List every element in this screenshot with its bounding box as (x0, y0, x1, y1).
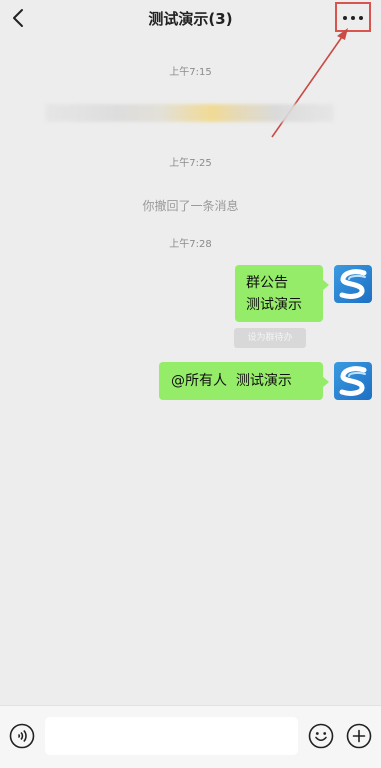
logo-s-icon (339, 366, 367, 396)
message-text: 群公告 (246, 275, 288, 291)
emoji-button[interactable] (308, 723, 334, 749)
message-text: @所有人 测试演示 (171, 373, 292, 389)
more-functions-button[interactable] (346, 723, 372, 749)
message-bubble[interactable]: @所有人 测试演示 (159, 362, 329, 400)
message-bubble[interactable]: 群公告 测试演示 (235, 265, 329, 322)
message-text: 测试演示 (246, 297, 302, 313)
avatar[interactable] (334, 362, 372, 400)
timestamp: 上午7:28 (169, 239, 212, 250)
recall-notice: 你撤回了一条消息 (142, 199, 239, 213)
timestamp: 上午7:15 (169, 67, 212, 78)
voice-button[interactable] (9, 723, 35, 749)
composer-bar (0, 705, 381, 768)
timestamp: 上午7:25 (169, 158, 212, 169)
plus-circle-icon (346, 723, 372, 749)
message-input[interactable] (45, 717, 298, 755)
avatar[interactable] (334, 265, 372, 303)
annotation-arrow (271, 28, 348, 138)
emoji-icon (308, 723, 334, 749)
voice-icon (9, 723, 35, 749)
blurred-message (45, 104, 334, 122)
logo-s-icon (339, 269, 367, 299)
set-group-todo-button[interactable]: 设为群待办 (234, 328, 306, 348)
